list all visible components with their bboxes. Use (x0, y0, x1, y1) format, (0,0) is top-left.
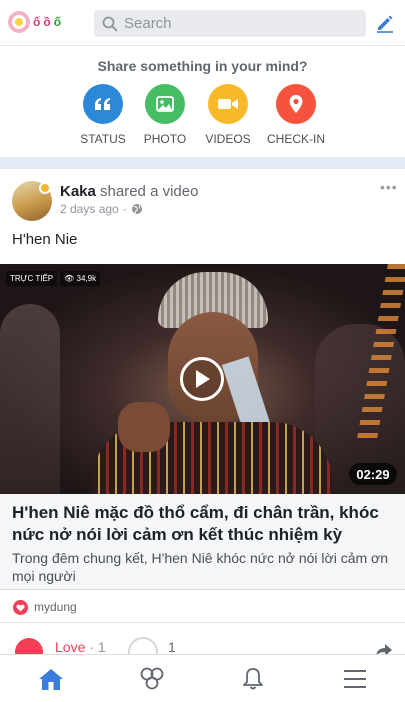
post-author-name[interactable]: Kaka (60, 183, 96, 200)
more-options-icon[interactable]: ••• (380, 179, 398, 195)
search-placeholder: Search (124, 15, 172, 32)
search-input[interactable]: Search (94, 10, 366, 37)
edit-pencil-icon (377, 15, 393, 33)
video-duration: 02:29 (349, 463, 397, 485)
play-button[interactable] (180, 357, 224, 401)
location-pin-icon (276, 84, 316, 124)
top-bar: ố ồ ố Search (0, 0, 405, 46)
play-icon (196, 370, 210, 388)
share-arrow-icon[interactable] (375, 643, 393, 654)
love-dot: · (89, 639, 94, 654)
post-author-line: Kaka shared a video (60, 183, 198, 200)
video-player[interactable]: TRỰC TIẾP 👁 34,9k (0, 264, 405, 494)
search-icon (102, 16, 118, 31)
hand-image (118, 402, 170, 452)
comment-count: 1 (168, 639, 176, 654)
post-text: H'hen Nie (12, 231, 78, 248)
logo-text-1: ố (33, 15, 41, 29)
video-camera-icon (208, 84, 248, 124)
app-logo[interactable]: ố ồ ố (8, 9, 72, 35)
post-action-bar: Love · 1 1 (0, 630, 405, 654)
bell-icon (243, 668, 263, 690)
bottom-nav (0, 654, 405, 702)
post-time[interactable]: 2 days ago (60, 202, 119, 216)
live-tag-label: TRỰC TIẾP (6, 271, 58, 286)
share-checkin-label: CHECK-IN (266, 132, 325, 146)
view-count-value: 34,9k (76, 274, 97, 283)
globe-icon (131, 204, 142, 214)
reactions-summary[interactable]: mydung (0, 591, 405, 623)
reactor-name: mydung (34, 600, 77, 614)
groups-icon (140, 667, 164, 690)
flower-logo-icon (8, 11, 30, 33)
avatar-badge-icon (39, 182, 51, 194)
video-background-figure (0, 304, 60, 494)
quote-icon (83, 84, 123, 124)
post-header: Kaka shared a video 2 days ago · ••• H'h… (0, 169, 405, 263)
share-videos-label: VIDEOS (205, 132, 251, 146)
compose-button[interactable] (373, 11, 397, 35)
section-divider (0, 157, 405, 169)
share-videos-button[interactable]: VIDEOS (190, 84, 266, 146)
comment-icon[interactable] (128, 637, 158, 654)
nav-menu[interactable] (340, 665, 370, 693)
love-count: 1 (97, 639, 106, 654)
love-reaction-icon[interactable] (15, 638, 43, 654)
nav-home[interactable] (36, 665, 66, 693)
nav-groups[interactable] (137, 665, 167, 693)
photo-icon (145, 84, 185, 124)
post-meta: 2 days ago · (60, 202, 143, 216)
nav-notifications[interactable] (238, 665, 268, 693)
love-label: Love (55, 639, 86, 654)
logo-text-2: ồ (43, 15, 51, 29)
share-status-label: STATUS (80, 132, 126, 146)
share-title: Share something in your mind? (97, 58, 308, 74)
view-count: 👁 34,9k (60, 271, 101, 286)
link-preview[interactable]: H'hen Niê mặc đồ thổ cẩm, đi chân trần, … (0, 494, 405, 590)
share-photo-label: PHOTO (143, 132, 187, 146)
post-action: shared a video (100, 183, 199, 200)
share-section: Share something in your mind? STATUS PHO… (0, 46, 405, 157)
home-icon (39, 669, 63, 690)
meta-separator: · (122, 202, 127, 216)
logo-text-3: ố (53, 15, 62, 29)
share-checkin-button[interactable]: CHECK-IN (258, 84, 334, 146)
menu-icon (344, 670, 366, 688)
link-description: Trong đêm chung kết, H'hen Niê khóc nức … (12, 550, 389, 584)
love-button[interactable]: Love · 1 (55, 639, 106, 654)
heart-icon (13, 600, 28, 615)
link-title: H'hen Niê mặc đồ thổ cẩm, đi chân trần, … (12, 503, 379, 544)
live-badge: TRỰC TIẾP 👁 34,9k (6, 271, 101, 286)
